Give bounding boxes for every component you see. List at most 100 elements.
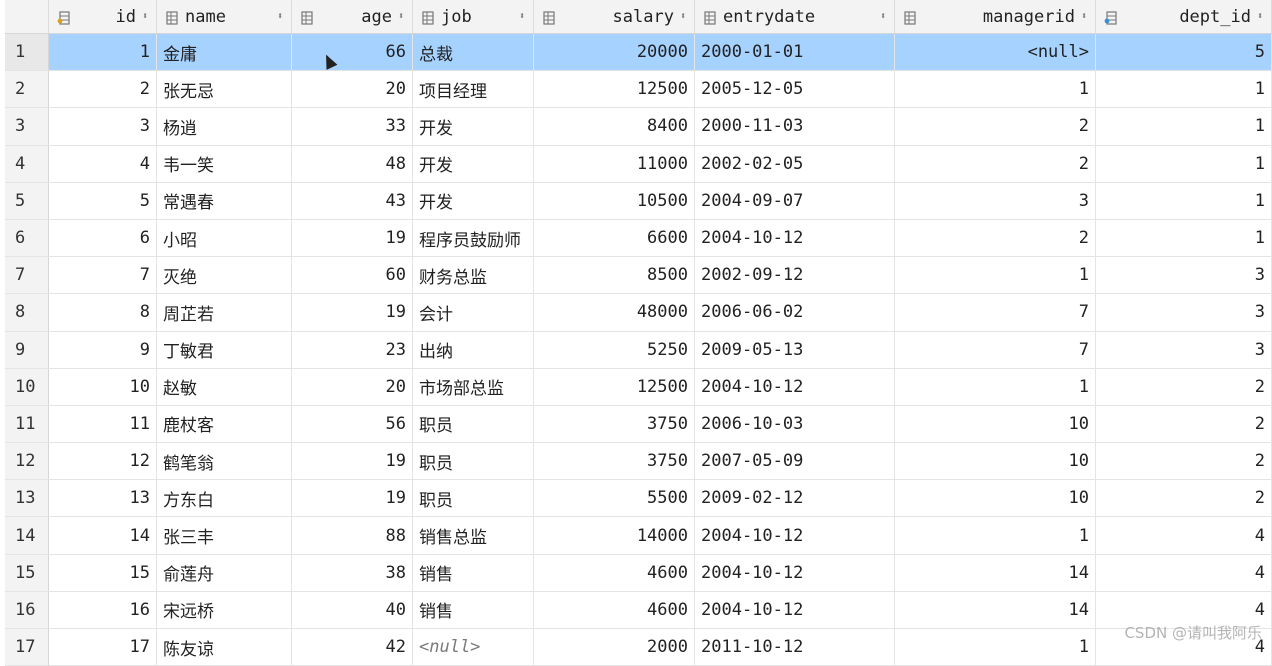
cell-age[interactable]: 42 xyxy=(292,629,413,666)
cell-job[interactable]: 财务总监 xyxy=(413,257,534,294)
cell-managerid[interactable]: 14 xyxy=(895,591,1096,628)
cell-age[interactable]: 23 xyxy=(292,331,413,368)
cell-salary[interactable]: 3750 xyxy=(534,405,695,443)
table-row[interactable]: 15 15 俞莲舟 38 销售 4600 2004-10-12 14 4 xyxy=(5,554,1272,592)
cell-age[interactable]: 20 xyxy=(292,368,413,405)
cell-name[interactable]: 灭绝 xyxy=(157,257,292,294)
cell-id[interactable]: 13 xyxy=(49,480,157,517)
cell-managerid[interactable]: 1 xyxy=(895,71,1096,108)
cell-dept-id[interactable]: 3 xyxy=(1096,257,1272,294)
cell-salary[interactable]: 8400 xyxy=(534,108,695,145)
cell-entrydate[interactable]: 2006-06-02 xyxy=(695,294,895,331)
table-row[interactable]: 7 7 灭绝 60 财务总监 8500 2002-09-12 1 3 xyxy=(5,257,1272,295)
row-number[interactable]: 3 xyxy=(5,108,49,145)
row-number[interactable]: 9 xyxy=(5,331,49,368)
cell-entrydate[interactable]: 2011-10-12 xyxy=(695,629,895,666)
cell-job[interactable]: 出纳 xyxy=(413,331,534,368)
cell-managerid[interactable]: 10 xyxy=(895,480,1096,517)
cell-id[interactable]: 14 xyxy=(49,517,157,554)
cell-name[interactable]: 俞莲舟 xyxy=(157,554,292,591)
cell-job[interactable]: 开发 xyxy=(413,108,534,145)
cell-age[interactable]: 40 xyxy=(292,591,413,628)
sort-icon[interactable]: ⬍ xyxy=(880,11,886,22)
cell-salary[interactable]: 8500 xyxy=(534,257,695,294)
cell-salary[interactable]: 5500 xyxy=(534,480,695,517)
cell-name[interactable]: 常遇春 xyxy=(157,182,292,219)
cell-job[interactable]: <null> xyxy=(413,629,534,666)
cell-job[interactable]: 开发 xyxy=(413,145,534,182)
row-number[interactable]: 11 xyxy=(5,405,49,443)
cell-managerid[interactable]: 14 xyxy=(895,554,1096,591)
cell-managerid[interactable]: 10 xyxy=(895,443,1096,480)
cell-entrydate[interactable]: 2004-10-12 xyxy=(695,517,895,554)
row-number[interactable]: 5 xyxy=(5,182,49,219)
cell-entrydate[interactable]: 2005-12-05 xyxy=(695,71,895,108)
cell-job[interactable]: 会计 xyxy=(413,294,534,331)
cell-salary[interactable]: 11000 xyxy=(534,145,695,182)
cell-name[interactable]: 方东白 xyxy=(157,480,292,517)
cell-age[interactable]: 38 xyxy=(292,554,413,591)
cell-job[interactable]: 销售总监 xyxy=(413,517,534,554)
cell-id[interactable]: 1 xyxy=(49,34,157,71)
cell-job[interactable]: 开发 xyxy=(413,182,534,219)
cell-dept-id[interactable]: 2 xyxy=(1096,443,1272,480)
cell-job[interactable]: 职员 xyxy=(413,443,534,480)
sort-icon[interactable]: ⬍ xyxy=(142,11,148,22)
cell-salary[interactable]: 3750 xyxy=(534,443,695,480)
cell-dept-id[interactable]: 2 xyxy=(1096,480,1272,517)
cell-entrydate[interactable]: 2004-10-12 xyxy=(695,591,895,628)
cell-age[interactable]: 20 xyxy=(292,71,413,108)
row-number[interactable]: 7 xyxy=(5,257,49,294)
cell-id[interactable]: 7 xyxy=(49,257,157,294)
cell-entrydate[interactable]: 2002-02-05 xyxy=(695,145,895,182)
cell-entrydate[interactable]: 2009-02-12 xyxy=(695,480,895,517)
cell-job[interactable]: 职员 xyxy=(413,405,534,443)
table-row[interactable]: 9 9 丁敏君 23 出纳 5250 2009-05-13 7 3 xyxy=(5,331,1272,369)
cell-job[interactable]: 总裁 xyxy=(413,34,534,71)
cell-job[interactable]: 市场部总监 xyxy=(413,368,534,405)
cell-age[interactable]: 60 xyxy=(292,257,413,294)
cell-managerid[interactable]: 7 xyxy=(895,331,1096,368)
table-row[interactable]: 12 12 鹤笔翁 19 职员 3750 2007-05-09 10 2 xyxy=(5,443,1272,481)
table-row[interactable]: 14 14 张三丰 88 销售总监 14000 2004-10-12 1 4 xyxy=(5,517,1272,555)
cell-dept-id[interactable]: 4 xyxy=(1096,554,1272,591)
cell-managerid[interactable]: 1 xyxy=(895,368,1096,405)
table-row[interactable]: 1 1 金庸 66 总裁 20000 2000-01-01 <null> 5 xyxy=(5,34,1272,72)
table-row[interactable]: 5 5 常遇春 43 开发 10500 2004-09-07 3 1 xyxy=(5,182,1272,220)
sort-icon[interactable]: ⬍ xyxy=(680,11,686,22)
cell-entrydate[interactable]: 2004-10-12 xyxy=(695,219,895,257)
cell-id[interactable]: 5 xyxy=(49,182,157,219)
cell-dept-id[interactable]: 1 xyxy=(1096,108,1272,145)
cell-salary[interactable]: 20000 xyxy=(534,34,695,71)
cell-managerid[interactable]: 7 xyxy=(895,294,1096,331)
cell-dept-id[interactable]: 5 xyxy=(1096,34,1272,71)
cell-entrydate[interactable]: 2009-05-13 xyxy=(695,331,895,368)
table-row[interactable]: 16 16 宋远桥 40 销售 4600 2004-10-12 14 4 xyxy=(5,591,1272,629)
cell-job[interactable]: 项目经理 xyxy=(413,71,534,108)
cell-id[interactable]: 8 xyxy=(49,294,157,331)
cell-managerid[interactable]: 2 xyxy=(895,108,1096,145)
cell-name[interactable]: 赵敏 xyxy=(157,368,292,405)
column-header-age[interactable]: age ⬍ xyxy=(292,0,413,33)
row-number[interactable]: 16 xyxy=(5,591,49,628)
sort-icon[interactable]: ⬍ xyxy=(1081,11,1087,22)
cell-id[interactable]: 6 xyxy=(49,219,157,257)
cell-dept-id[interactable]: 1 xyxy=(1096,219,1272,257)
cell-managerid[interactable]: 1 xyxy=(895,517,1096,554)
cell-dept-id[interactable]: 4 xyxy=(1096,517,1272,554)
cell-salary[interactable]: 4600 xyxy=(534,554,695,591)
sort-icon[interactable]: ⬍ xyxy=(277,11,283,22)
cell-entrydate[interactable]: 2004-10-12 xyxy=(695,368,895,405)
cell-name[interactable]: 小昭 xyxy=(157,219,292,257)
row-number[interactable]: 15 xyxy=(5,554,49,591)
cell-salary[interactable]: 5250 xyxy=(534,331,695,368)
cell-dept-id[interactable]: 2 xyxy=(1096,368,1272,405)
cell-dept-id[interactable]: 3 xyxy=(1096,294,1272,331)
row-number[interactable]: 8 xyxy=(5,294,49,331)
cell-age[interactable]: 19 xyxy=(292,480,413,517)
cell-dept-id[interactable]: 3 xyxy=(1096,331,1272,368)
table-row[interactable]: 17 17 陈友谅 42 <null> 2000 2011-10-12 1 4 xyxy=(5,629,1272,666)
column-header-entrydate[interactable]: entrydate ⬍ xyxy=(695,0,895,33)
cell-salary[interactable]: 6600 xyxy=(534,219,695,257)
cell-name[interactable]: 韦一笑 xyxy=(157,145,292,182)
